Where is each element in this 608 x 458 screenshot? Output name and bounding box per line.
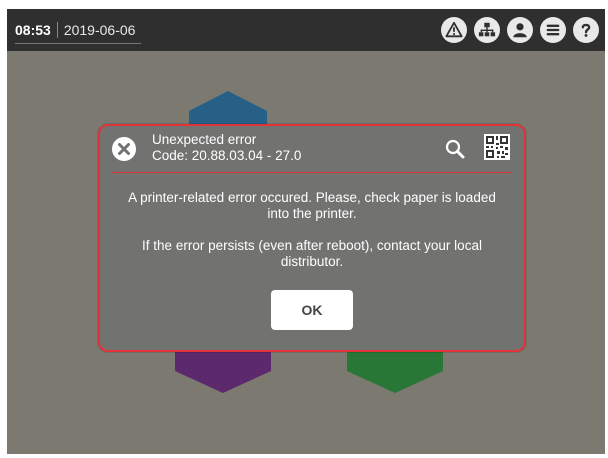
error-message: A printer-related error occured. Please,… xyxy=(128,190,496,221)
help-icon[interactable] xyxy=(573,17,599,43)
screen: 08:53 2019-06-06 Unexpected error Code: … xyxy=(7,9,605,454)
user-icon[interactable] xyxy=(507,17,533,43)
error-hint: If the error persists (even after reboot… xyxy=(142,238,482,269)
dialog-title-block: Unexpected error Code: 20.88.03.04 - 27.… xyxy=(152,132,301,164)
header-divider xyxy=(112,172,512,173)
search-icon[interactable] xyxy=(444,138,466,160)
error-code: Code: 20.88.03.04 - 27.0 xyxy=(152,148,302,163)
error-dialog: Unexpected error Code: 20.88.03.04 - 27.… xyxy=(98,124,526,352)
dialog-title: Unexpected error xyxy=(152,132,257,147)
datetime: 08:53 2019-06-06 xyxy=(15,17,142,44)
qr-code-icon[interactable] xyxy=(484,134,510,160)
network-icon[interactable] xyxy=(474,17,500,43)
topbar-icons xyxy=(441,17,599,43)
clock-date: 2019-06-06 xyxy=(63,22,136,38)
clock-time: 08:53 xyxy=(15,22,58,38)
warning-icon[interactable] xyxy=(441,17,467,43)
error-x-icon xyxy=(112,137,136,161)
menu-icon[interactable] xyxy=(540,17,566,43)
ok-button[interactable]: OK xyxy=(271,290,353,330)
dialog-header: Unexpected error Code: 20.88.03.04 - 27.… xyxy=(100,126,524,170)
top-bar: 08:53 2019-06-06 xyxy=(7,9,605,51)
